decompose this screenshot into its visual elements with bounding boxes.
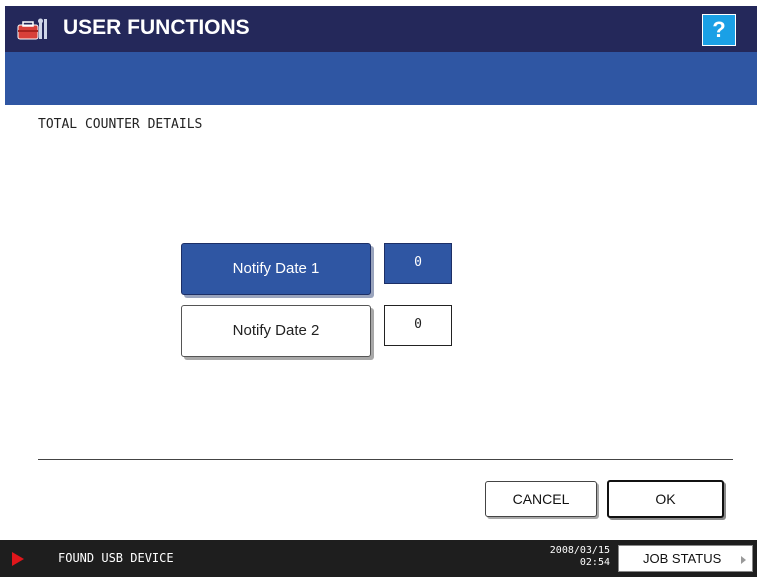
job-status-button[interactable]: JOB STATUS	[618, 545, 753, 572]
job-status-label: JOB STATUS	[643, 551, 722, 566]
chevron-right-icon	[741, 556, 746, 564]
time-text: 02:54	[579, 557, 610, 568]
alert-arrow-icon	[12, 552, 24, 566]
title-bar: USER FUNCTIONS ?	[5, 6, 757, 52]
ok-button[interactable]: OK	[607, 480, 724, 518]
notify-date-2-value: 0	[384, 305, 452, 346]
notify-date-2-button[interactable]: Notify Date 2	[181, 305, 371, 357]
cancel-button[interactable]: CANCEL	[485, 481, 597, 517]
status-message: FOUND USB DEVICE	[58, 551, 174, 565]
toolbox-icon	[17, 17, 49, 41]
datetime: 2008/03/15 02:54	[530, 545, 610, 569]
date-text: 2008/03/15	[549, 545, 610, 556]
notify-date-1-button[interactable]: Notify Date 1	[181, 243, 371, 295]
section-title: TOTAL COUNTER DETAILS	[38, 117, 203, 132]
divider	[38, 459, 733, 460]
notify-date-1-value: 0	[384, 243, 452, 284]
page-title: USER FUNCTIONS	[63, 16, 250, 39]
help-button[interactable]: ?	[702, 14, 736, 46]
accent-bar	[5, 52, 757, 105]
status-bar: FOUND USB DEVICE 2008/03/15 02:54 JOB ST…	[0, 540, 757, 577]
